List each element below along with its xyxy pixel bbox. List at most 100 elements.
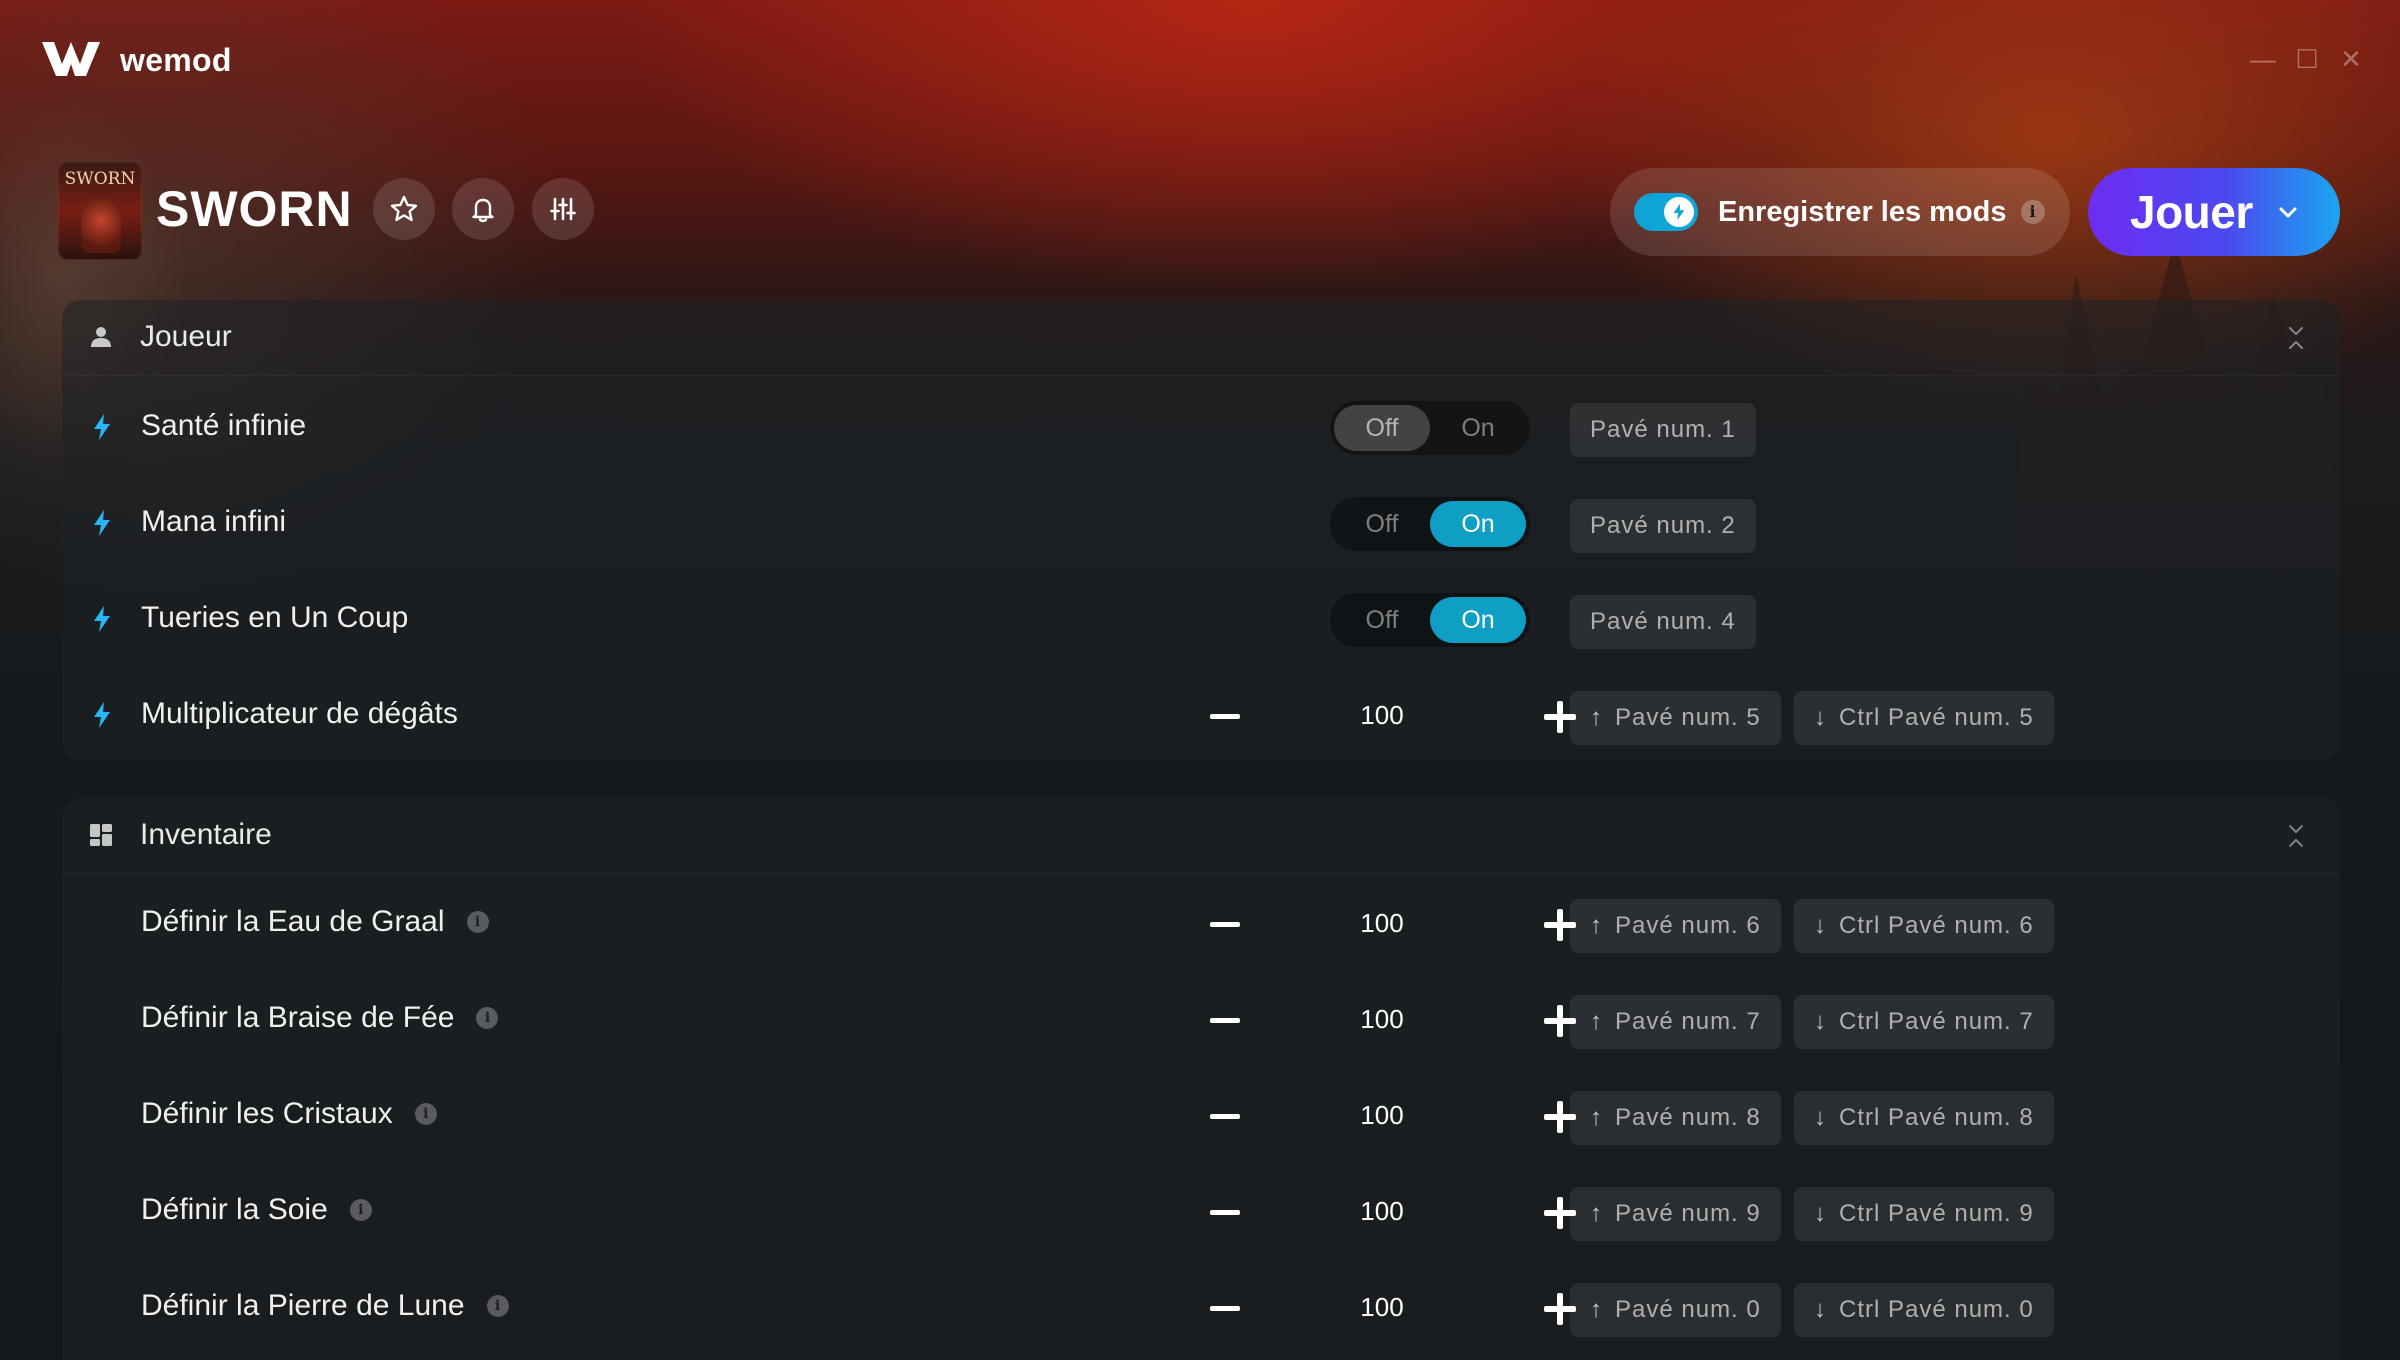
mod-label: Tueries en Un Coup — [141, 601, 408, 635]
decrease-button[interactable] — [1210, 714, 1240, 719]
game-cover-title: SWORN — [64, 169, 136, 189]
value-display[interactable]: 100 — [1332, 1004, 1432, 1035]
mod-label: Définir la Eau de Graal i — [141, 905, 489, 939]
mod-label-text: Mana infini — [141, 505, 287, 538]
off-option[interactable]: Off — [1334, 501, 1430, 547]
notifications-button[interactable] — [452, 178, 514, 240]
star-icon — [390, 195, 418, 222]
arrow-up-icon: ↑ — [1590, 704, 1603, 731]
hotkey-text: Pavé num. 8 — [1615, 1104, 1761, 1131]
off-on-toggle[interactable]: Off On — [1330, 593, 1530, 647]
section-header[interactable]: Inventaire — [62, 798, 2340, 874]
hotkey-text: Ctrl Pavé num. 6 — [1839, 912, 2034, 939]
play-button[interactable]: Jouer — [2088, 168, 2340, 256]
save-mods-toggle[interactable]: Enregistrer les mods i — [1610, 168, 2070, 256]
info-icon[interactable]: i — [476, 1007, 499, 1029]
hotkey-up-badge[interactable]: ↑ Pavé num. 5 — [1570, 691, 1781, 745]
settings-button[interactable] — [532, 178, 594, 240]
on-option[interactable]: On — [1430, 501, 1526, 547]
hotkey-down-badge[interactable]: ↓ Ctrl Pavé num. 9 — [1794, 1187, 2054, 1241]
mod-row-mana-infini: Mana infini Off On Pavé num. 2 — [62, 476, 2340, 572]
info-icon[interactable]: i — [466, 911, 489, 933]
minimize-button[interactable]: — — [2248, 44, 2278, 74]
arrow-down-icon: ↓ — [1814, 1008, 1827, 1035]
section-header[interactable]: Joueur — [62, 300, 2340, 376]
title-bar: wemod — ☐ ✕ — [0, 0, 2400, 120]
arrow-up-icon: ↑ — [1590, 1104, 1603, 1131]
mod-label: Définir les Cristaux i — [141, 1097, 437, 1131]
decrease-button[interactable] — [1210, 922, 1240, 927]
hotkey-down-badge[interactable]: ↓ Ctrl Pavé num. 0 — [1794, 1283, 2054, 1337]
hotkey-badge[interactable]: Pavé num. 4 — [1570, 595, 1756, 649]
hotkey-down-badge[interactable]: ↓ Ctrl Pavé num. 5 — [1794, 691, 2054, 745]
off-on-toggle[interactable]: Off On — [1330, 401, 1530, 455]
save-mods-switch[interactable] — [1634, 193, 1698, 231]
mod-label: Mana infini — [141, 505, 286, 539]
mod-label: Définir la Braise de Fée i — [141, 1001, 499, 1035]
hotkey-badge[interactable]: Pavé num. 1 — [1570, 403, 1756, 457]
mod-label: Définir la Soie i — [141, 1193, 372, 1227]
hotkey-down-badge[interactable]: ↓ Ctrl Pavé num. 7 — [1794, 995, 2054, 1049]
bolt-icon — [94, 606, 110, 632]
info-icon[interactable]: i — [2020, 200, 2045, 224]
value-display[interactable]: 100 — [1332, 1292, 1432, 1323]
info-icon[interactable]: i — [486, 1295, 509, 1317]
play-label: Jouer — [2130, 186, 2253, 238]
decrease-button[interactable] — [1210, 1210, 1240, 1215]
maximize-button[interactable]: ☐ — [2292, 44, 2322, 74]
game-cover-image: SWORN — [58, 162, 142, 260]
value-display[interactable]: 100 — [1332, 1196, 1432, 1227]
mod-label-text: Multiplicateur de dégâts — [141, 697, 458, 730]
on-option[interactable]: On — [1430, 405, 1526, 451]
arrow-down-icon: ↓ — [1814, 1296, 1827, 1323]
value-display[interactable]: 100 — [1332, 700, 1432, 731]
collapse-icon[interactable] — [2286, 822, 2306, 850]
arrow-down-icon: ↓ — [1814, 1104, 1827, 1131]
hotkey-down-badge[interactable]: ↓ Ctrl Pavé num. 8 — [1794, 1091, 2054, 1145]
off-option[interactable]: Off — [1334, 405, 1430, 451]
on-option[interactable]: On — [1430, 597, 1526, 643]
bell-icon — [472, 198, 494, 223]
section-title: Joueur — [140, 320, 232, 353]
mod-label-text: Tueries en Un Coup — [141, 601, 409, 634]
arrow-down-icon: ↓ — [1814, 704, 1827, 731]
hotkey-up-badge[interactable]: ↑ Pavé num. 8 — [1570, 1091, 1781, 1145]
hotkey-down-badge[interactable]: ↓ Ctrl Pavé num. 6 — [1794, 899, 2054, 953]
value-display[interactable]: 100 — [1332, 908, 1432, 939]
off-on-toggle[interactable]: Off On — [1330, 497, 1530, 551]
decrease-button[interactable] — [1210, 1114, 1240, 1119]
person-icon — [91, 327, 111, 347]
value-display[interactable]: 100 — [1332, 1100, 1432, 1131]
arrow-up-icon: ↑ — [1590, 1200, 1603, 1227]
hotkey-up-badge[interactable]: ↑ Pavé num. 7 — [1570, 995, 1781, 1049]
info-icon[interactable]: i — [414, 1103, 437, 1125]
hotkey-badge[interactable]: Pavé num. 2 — [1570, 499, 1756, 553]
hotkey-text: Pavé num. 5 — [1615, 704, 1761, 731]
hotkey-up-badge[interactable]: ↑ Pavé num. 0 — [1570, 1283, 1781, 1337]
arrow-up-icon: ↑ — [1590, 1008, 1603, 1035]
hotkey-text: Pavé num. 9 — [1615, 1200, 1761, 1227]
mod-row-tueries: Tueries en Un Coup Off On Pavé num. 4 — [62, 572, 2340, 668]
arrow-up-icon: ↑ — [1590, 1296, 1603, 1323]
decrease-button[interactable] — [1210, 1306, 1240, 1311]
decrease-button[interactable] — [1210, 1018, 1240, 1023]
hotkey-text: Ctrl Pavé num. 9 — [1839, 1200, 2034, 1227]
mod-row-pierre-de-lune: Définir la Pierre de Lune i 100 ↑ Pavé num… — [62, 1260, 2340, 1356]
off-option[interactable]: Off — [1334, 597, 1430, 643]
section-title: Inventaire — [140, 818, 272, 851]
mod-row-braise-de-fee: Définir la Braise de Fée i 100 ↑ Pavé num.… — [62, 972, 2340, 1068]
favorite-button[interactable] — [373, 178, 435, 240]
hotkey-text: Ctrl Pavé num. 7 — [1839, 1008, 2034, 1035]
close-button[interactable]: ✕ — [2336, 44, 2366, 74]
mod-label: Santé infinie — [141, 409, 306, 443]
info-icon[interactable]: i — [349, 1199, 372, 1221]
collapse-icon[interactable] — [2286, 324, 2306, 352]
arrow-up-icon: ↑ — [1590, 912, 1603, 939]
hotkey-text: Pavé num. 6 — [1615, 912, 1761, 939]
hotkey-up-badge[interactable]: ↑ Pavé num. 9 — [1570, 1187, 1781, 1241]
mod-row-eau-de-graal: Définir la Eau de Graal i 100 ↑ Pavé num. … — [62, 876, 2340, 972]
hotkey-text: Pavé num. 0 — [1615, 1296, 1761, 1323]
mod-label: Définir la Pierre de Lune i — [141, 1289, 509, 1323]
chevron-down-icon[interactable] — [2277, 201, 2299, 223]
hotkey-up-badge[interactable]: ↑ Pavé num. 6 — [1570, 899, 1781, 953]
